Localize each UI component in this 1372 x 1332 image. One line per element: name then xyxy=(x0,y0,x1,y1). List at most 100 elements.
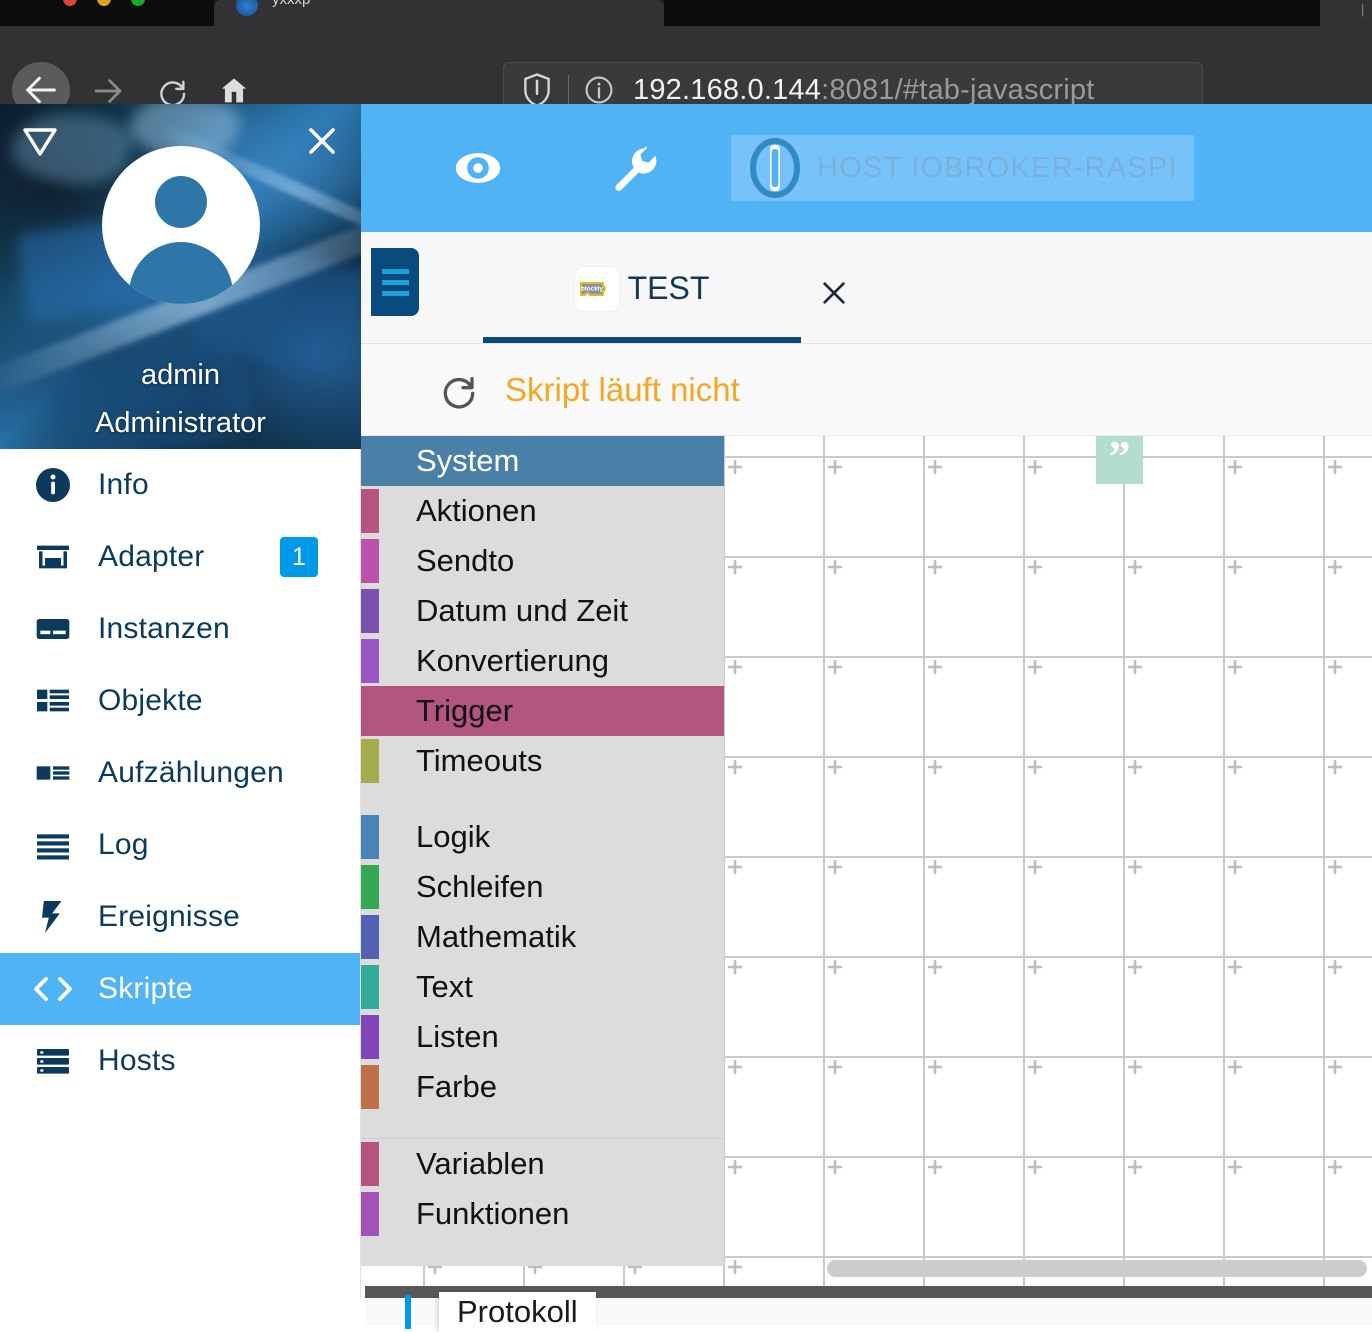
home-icon xyxy=(221,78,247,103)
category-label: Variablen xyxy=(416,1146,545,1181)
host-button[interactable]: HOST IOBROKER-RASPI xyxy=(731,135,1194,201)
tab-close-icon[interactable] xyxy=(817,276,851,310)
avatar[interactable] xyxy=(101,146,260,304)
sidebar-item-label: Adapter xyxy=(98,540,205,573)
category-label: Text xyxy=(416,969,473,1004)
browser-tab-right[interactable] xyxy=(664,0,1372,26)
addressbar-divider xyxy=(568,75,569,105)
toolbox-category-sendto[interactable]: Sendto xyxy=(361,536,724,586)
script-tabbar: blockly TEST xyxy=(361,232,1372,344)
toolbox-category-timeouts[interactable]: Timeouts xyxy=(361,736,724,786)
shield-icon[interactable] xyxy=(520,72,554,108)
category-color-swatch xyxy=(361,639,379,683)
toolbox-group-separator xyxy=(361,1112,724,1138)
category-label: Trigger xyxy=(416,693,514,728)
sidebar-item-label: Info xyxy=(98,468,149,501)
category-color-swatch xyxy=(361,1065,379,1109)
enums-icon xyxy=(30,752,76,794)
sidebar-item-objekte[interactable]: Objekte xyxy=(0,665,360,737)
sidebar-footer-strip xyxy=(0,1298,361,1326)
hamburger-menu-icon[interactable] xyxy=(371,248,419,316)
wrench-icon[interactable] xyxy=(605,138,665,198)
toolbox-category-mathematik[interactable]: Mathematik xyxy=(361,912,724,962)
user-role: Administrator xyxy=(95,407,266,439)
protokoll-accent-bar xyxy=(405,1295,411,1329)
sidebar-item-label: Log xyxy=(98,828,149,861)
sidebar-nav-list: Info Adapter 1 Instanzen Objekte Aufzähl… xyxy=(0,449,360,1097)
menu-bar-3 xyxy=(381,290,409,296)
protokoll-card[interactable]: Protokoll xyxy=(439,1292,596,1332)
toolbox-group-separator xyxy=(361,786,724,812)
category-color-swatch xyxy=(361,815,379,859)
info-circle-icon[interactable] xyxy=(583,74,615,106)
sidebar-item-skripte[interactable]: Skripte xyxy=(0,953,360,1025)
sidebar: admin Administrator Info Adapter 1 Insta… xyxy=(0,104,361,1326)
objects-grid-icon xyxy=(30,680,76,722)
comment-block-glyph: ” xyxy=(1108,436,1131,481)
sidebar-item-instanzen[interactable]: Instanzen xyxy=(0,593,360,665)
category-label: Schleifen xyxy=(416,869,544,904)
toolbox-category-system[interactable]: System xyxy=(361,436,724,486)
toolbox-category-schleifen[interactable]: Schleifen xyxy=(361,862,724,912)
blockly-toolbox: System Aktionen Sendto Datum und Zeit Ko… xyxy=(361,436,724,1266)
category-label: Konvertierung xyxy=(416,643,610,678)
code-brackets-icon xyxy=(30,968,76,1010)
sidebar-item-log[interactable]: Log xyxy=(0,809,360,881)
toolbox-category-text[interactable]: Text xyxy=(361,962,724,1012)
sidebar-item-info[interactable]: Info xyxy=(0,449,360,521)
script-status-text: Skript läuft nicht xyxy=(505,370,740,408)
toolbox-category-logik[interactable]: Logik xyxy=(361,812,724,862)
toolbox-category-variablen[interactable]: Variablen xyxy=(361,1139,724,1189)
category-color-swatch xyxy=(361,589,379,633)
close-window-button[interactable] xyxy=(63,0,77,6)
toolbox-category-listen[interactable]: Listen xyxy=(361,1012,724,1062)
browser-toolbar: 192.168.0.144:8081/#tab-javascript xyxy=(0,26,1372,118)
window-traffic-lights xyxy=(63,0,145,6)
user-avatar-icon-body xyxy=(128,242,233,304)
menu-bar-1 xyxy=(381,268,409,274)
category-label: Mathematik xyxy=(416,919,577,954)
host-label: HOST IOBROKER-RASPI xyxy=(817,151,1178,184)
sidebar-item-aufzaehlungen[interactable]: Aufzählungen xyxy=(0,737,360,809)
sidebar-item-ereignisse[interactable]: Ereignisse xyxy=(0,881,360,953)
sidebar-item-label: Instanzen xyxy=(98,612,230,645)
reload-icon xyxy=(160,80,186,107)
sidebar-item-label: Hosts xyxy=(98,1044,176,1077)
protokoll-bar[interactable]: Protokoll xyxy=(365,1292,1372,1332)
refresh-icon[interactable] xyxy=(439,370,479,410)
browser-tab-separator: | xyxy=(1361,2,1365,17)
instances-icon xyxy=(30,608,76,650)
browser-tab-strip: yxxxp | xyxy=(0,0,1372,26)
toolbox-category-trigger[interactable]: Trigger xyxy=(361,686,724,736)
store-icon xyxy=(30,536,76,578)
toolbox-category-aktionen[interactable]: Aktionen xyxy=(361,486,724,536)
sidebar-item-label: Ereignisse xyxy=(98,900,241,933)
iobroker-logo-icon xyxy=(747,137,803,199)
blockly-icon: blockly xyxy=(574,266,619,311)
user-avatar-icon xyxy=(154,176,207,228)
toolbox-category-farbe[interactable]: Farbe xyxy=(361,1062,724,1112)
minimize-window-button[interactable] xyxy=(97,0,111,6)
sidebar-item-label: Aufzählungen xyxy=(98,756,284,789)
log-lines-icon xyxy=(30,824,76,866)
triangle-down-icon[interactable] xyxy=(22,126,58,158)
category-color-swatch xyxy=(361,439,379,483)
category-label: System xyxy=(416,443,520,478)
category-color-swatch xyxy=(361,489,379,533)
blockly-comment-block[interactable]: ” xyxy=(1096,436,1143,484)
workspace-horizontal-scrollbar[interactable] xyxy=(827,1260,1367,1277)
sidebar-item-hosts[interactable]: Hosts xyxy=(0,1025,360,1097)
close-icon[interactable] xyxy=(303,122,341,160)
toolbox-category-datum-und-zeit[interactable]: Datum und Zeit xyxy=(361,586,724,636)
url-text[interactable]: 192.168.0.144:8081/#tab-javascript xyxy=(633,74,1094,107)
tab-test[interactable]: blockly TEST xyxy=(483,240,801,343)
sidebar-item-adapter[interactable]: Adapter 1 xyxy=(0,521,360,593)
eye-icon[interactable] xyxy=(448,138,508,198)
maximize-window-button[interactable] xyxy=(131,0,145,6)
category-color-swatch xyxy=(361,1142,379,1186)
application-root: admin Administrator Info Adapter 1 Insta… xyxy=(0,104,1372,1332)
toolbox-category-konvertierung[interactable]: Konvertierung xyxy=(361,636,724,686)
toolbox-category-funktionen[interactable]: Funktionen xyxy=(361,1189,724,1239)
category-label: Farbe xyxy=(416,1069,497,1104)
script-status-bar: Skript läuft nicht xyxy=(361,344,1372,436)
